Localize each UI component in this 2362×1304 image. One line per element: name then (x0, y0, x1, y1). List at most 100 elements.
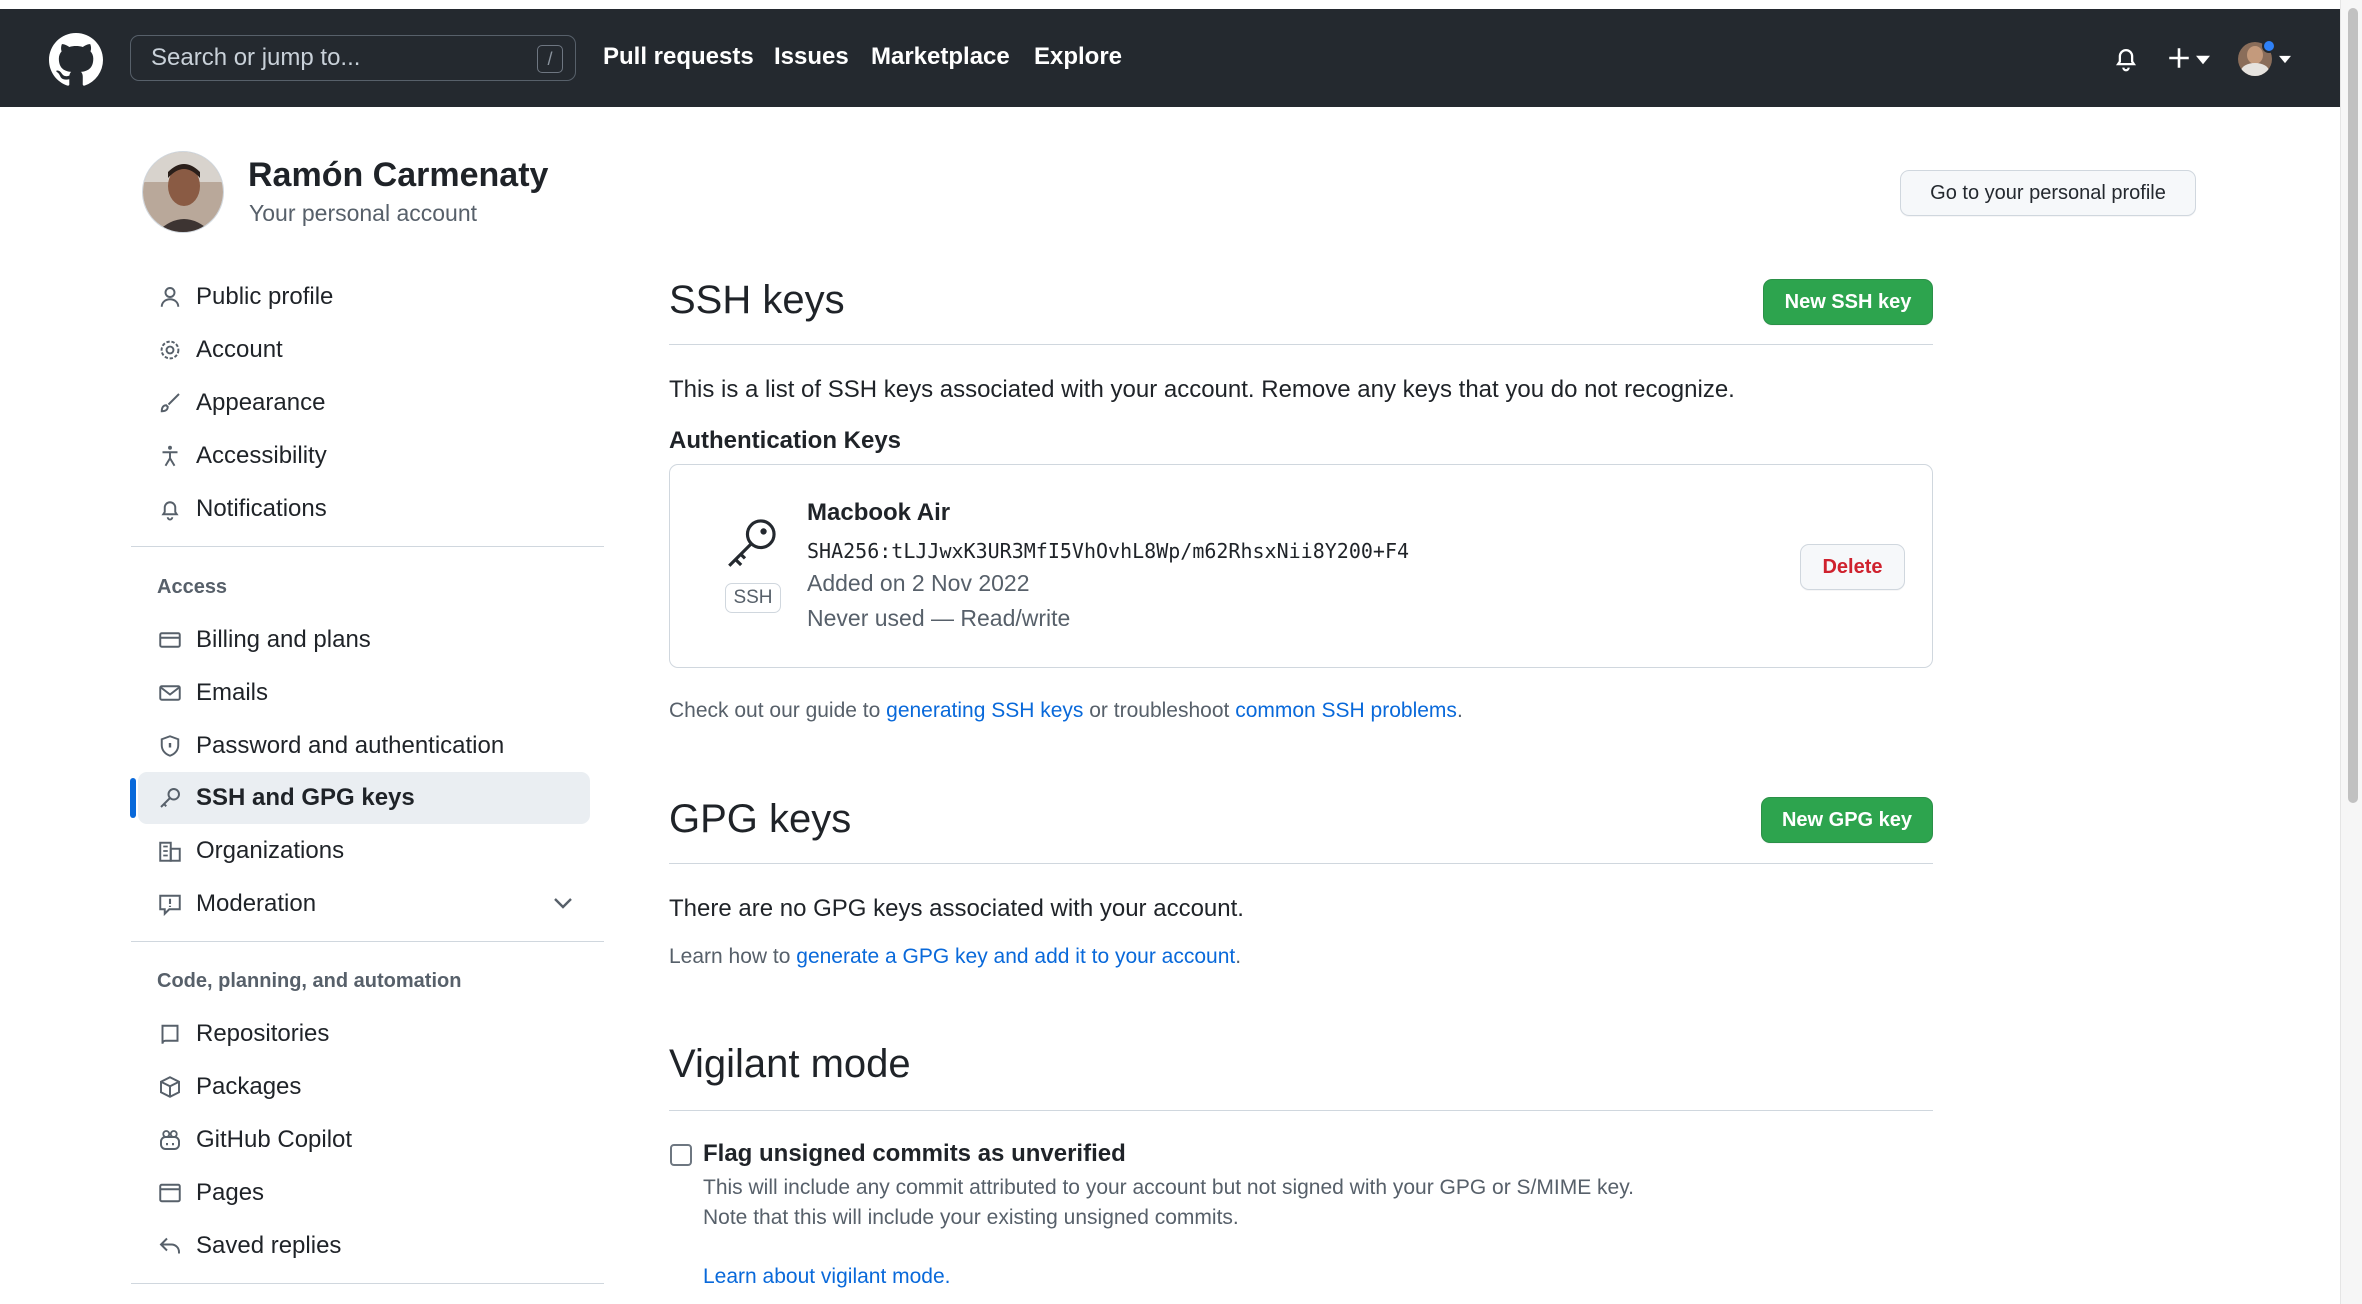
sidebar-heading-access: Access (157, 576, 228, 598)
sidebar-item-label: SSH and GPG keys (196, 784, 415, 811)
bell-icon[interactable] (2112, 43, 2140, 73)
global-header: Search or jump to... / Pull requests Iss… (0, 9, 2340, 107)
nav-explore[interactable]: Explore (1034, 43, 1122, 71)
sidebar-item-label: Repositories (196, 1020, 330, 1047)
ssh-description: This is a list of SSH keys associated wi… (669, 376, 1735, 403)
flag-unsigned-commits-checkbox[interactable] (670, 1144, 692, 1166)
guide-prefix: Check out our guide to (669, 699, 887, 722)
sidebar-divider (131, 941, 604, 942)
nav-issues[interactable]: Issues (774, 43, 849, 71)
paintbrush-icon (156, 389, 184, 417)
ssh-key-item: SSH Macbook Air SHA256:tLJJwxK3UR3MfI5Vh… (669, 464, 1933, 668)
github-logo-icon[interactable] (49, 33, 103, 87)
gear-icon (156, 336, 184, 364)
profile-avatar[interactable] (142, 151, 224, 233)
sidebar-active-indicator (130, 778, 136, 818)
nav-marketplace[interactable]: Marketplace (871, 43, 1010, 71)
profile-subtitle: Your personal account (249, 200, 478, 226)
generating-ssh-keys-link[interactable]: generating SSH keys (886, 699, 1083, 722)
sidebar-item-saved-replies[interactable]: Saved replies (156, 1226, 341, 1266)
window-top-strip (0, 0, 2362, 9)
mail-icon (156, 679, 184, 707)
scrollbar[interactable] (2340, 0, 2362, 1304)
sidebar-item-password[interactable]: Password and authentication (156, 726, 504, 766)
sidebar-item-emails[interactable]: Emails (156, 673, 268, 713)
search-shortcut-badge: / (537, 45, 563, 73)
sidebar-item-label: Account (196, 336, 283, 363)
flag-unsigned-commits-label[interactable]: Flag unsigned commits as unverified (703, 1140, 1126, 1168)
sidebar-item-accessibility[interactable]: Accessibility (156, 436, 327, 476)
bell-icon (156, 495, 184, 523)
vigilant-mode-title: Vigilant mode (669, 1042, 911, 1086)
new-gpg-key-button[interactable]: New GPG key (1761, 797, 1933, 843)
sidebar-item-copilot[interactable]: GitHub Copilot (156, 1120, 352, 1160)
section-divider (669, 863, 1933, 864)
reply-icon (156, 1232, 184, 1260)
nav-pull-requests[interactable]: Pull requests (603, 43, 754, 71)
authentication-keys-heading: Authentication Keys (669, 427, 902, 454)
accessibility-icon (156, 442, 184, 470)
common-ssh-problems-link[interactable]: common SSH problems (1235, 699, 1457, 722)
search-placeholder: Search or jump to... (151, 44, 361, 71)
ssh-key-usage: Never used — Read/write (807, 605, 1071, 631)
sidebar-item-label: Billing and plans (196, 626, 371, 653)
search-input[interactable]: Search or jump to... / (130, 35, 576, 81)
chevron-down-icon[interactable] (553, 896, 573, 910)
sidebar-item-ssh-gpg-keys[interactable]: SSH and GPG keys (156, 778, 415, 818)
chevron-down-icon[interactable] (2279, 55, 2291, 64)
plus-icon[interactable] (2166, 45, 2192, 71)
key-icon (156, 784, 184, 812)
section-divider (669, 1110, 1933, 1111)
delete-ssh-key-button[interactable]: Delete (1800, 544, 1905, 590)
ssh-key-added-date: Added on 2 Nov 2022 (807, 570, 1030, 596)
sidebar-item-label: Moderation (196, 890, 317, 917)
sidebar-item-label: Emails (196, 679, 269, 706)
ssh-key-name: Macbook Air (807, 499, 951, 526)
profile-name: Ramón Carmenaty (248, 156, 549, 194)
sidebar-item-label: Organizations (196, 837, 345, 864)
generate-gpg-key-link[interactable]: generate a GPG key and add it to your ac… (796, 945, 1235, 968)
ssh-badge: SSH (725, 583, 781, 613)
sidebar-item-notifications[interactable]: Notifications (156, 489, 327, 529)
sidebar-item-moderation[interactable]: Moderation (156, 884, 316, 924)
package-icon (156, 1073, 184, 1101)
sidebar-divider (131, 1283, 604, 1284)
sidebar-divider (131, 546, 604, 547)
guide-middle: or troubleshoot (1083, 699, 1236, 722)
sidebar-item-pages[interactable]: Pages (156, 1173, 264, 1213)
copilot-icon (156, 1126, 184, 1154)
vigilant-description-2: Note that this will include your existin… (703, 1206, 1239, 1229)
sidebar-item-organizations[interactable]: Organizations (156, 831, 344, 871)
person-icon (156, 283, 184, 311)
sidebar-item-label: Notifications (196, 495, 327, 522)
sidebar-item-account[interactable]: Account (156, 330, 283, 370)
chevron-down-icon[interactable] (2196, 55, 2210, 65)
scrollbar-thumb[interactable] (2348, 8, 2358, 803)
report-icon (156, 890, 184, 918)
learn-vigilant-mode-link[interactable]: Learn about vigilant mode. (703, 1265, 951, 1289)
sidebar-item-label: Pages (196, 1179, 265, 1206)
sidebar-item-appearance[interactable]: Appearance (156, 383, 325, 423)
repo-icon (156, 1020, 184, 1048)
vigilant-description-1: This will include any commit attributed … (703, 1176, 1635, 1199)
gpg-empty-message: There are no GPG keys associated with yo… (669, 895, 1244, 922)
new-ssh-key-button[interactable]: New SSH key (1763, 279, 1933, 325)
ssh-guide-text: Check out our guide to generating SSH ke… (669, 699, 1463, 723)
key-icon (728, 519, 776, 567)
sidebar-item-packages[interactable]: Packages (156, 1067, 301, 1107)
go-to-personal-profile-button[interactable]: Go to your personal profile (1900, 170, 2196, 216)
sidebar-item-label: Password and authentication (196, 732, 505, 759)
sidebar-item-label: Public profile (196, 283, 334, 310)
sidebar-item-label: Appearance (196, 389, 326, 416)
sidebar-item-label: Saved replies (196, 1232, 342, 1259)
sidebar-item-public-profile[interactable]: Public profile (156, 277, 333, 317)
sidebar-item-label: GitHub Copilot (196, 1126, 353, 1153)
sidebar-item-repositories[interactable]: Repositories (156, 1014, 329, 1054)
sidebar-item-billing[interactable]: Billing and plans (156, 620, 371, 660)
organization-icon (156, 837, 184, 865)
sidebar-item-label: Packages (196, 1073, 302, 1100)
sidebar-item-label: Accessibility (196, 442, 327, 469)
gpg-learn-text: Learn how to generate a GPG key and add … (669, 945, 1241, 969)
notification-dot (2262, 39, 2276, 53)
learn-suffix: . (1235, 945, 1242, 968)
